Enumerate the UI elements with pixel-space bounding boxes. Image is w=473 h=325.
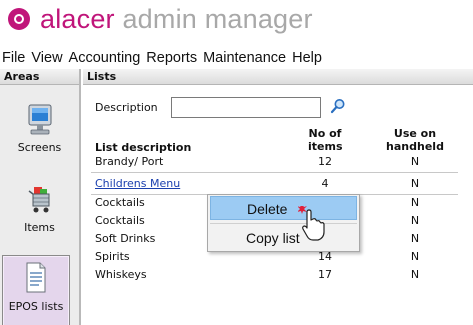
column-header-handheld-line2: handheld <box>386 140 444 153</box>
row-handheld: N <box>410 232 420 245</box>
row-item-count: 12 <box>318 155 332 168</box>
app-title: alacer admin manager <box>40 3 313 35</box>
description-label: Description <box>95 101 158 114</box>
row-description-link[interactable]: Childrens Menu <box>95 175 180 193</box>
row-divider <box>91 172 458 173</box>
area-items[interactable]: Items <box>0 179 79 253</box>
menu-reports[interactable]: Reports <box>143 48 200 69</box>
area-label-items: Items <box>24 221 55 234</box>
context-menu-divider <box>210 223 357 224</box>
row-handheld: N <box>410 155 420 168</box>
area-screens[interactable]: Screens <box>0 99 79 173</box>
menu-file[interactable]: File <box>0 48 28 69</box>
row-handheld: N <box>410 268 420 281</box>
context-menu-copy-list[interactable]: Copy list <box>210 226 357 250</box>
row-description: Whiskeys <box>95 268 147 281</box>
document-list-icon <box>26 262 46 293</box>
row-handheld: N <box>410 196 420 209</box>
alacer-logo-icon <box>8 8 30 30</box>
table-row-selected[interactable]: Childrens Menu 4 N <box>83 175 453 193</box>
table-row[interactable]: Brandy/ Port 12 N <box>83 153 453 171</box>
brand-name: alacer <box>40 4 115 34</box>
app-header: alacer admin manager <box>0 0 473 46</box>
area-label-screens: Screens <box>17 141 62 154</box>
row-handheld: N <box>410 177 420 190</box>
row-handheld: N <box>410 250 420 263</box>
column-header-count-line1: No of <box>308 127 342 140</box>
context-menu: Delete Copy list <box>207 194 360 252</box>
column-header-count-line2: items <box>308 140 343 153</box>
areas-title: Areas <box>0 69 79 85</box>
hand-pointer-cursor-icon <box>298 206 325 241</box>
row-item-count: 17 <box>318 268 332 281</box>
menu-help[interactable]: Help <box>289 48 325 69</box>
areas-panel: Areas Screens Items EPOS lists <box>0 69 81 325</box>
row-description: Cocktails <box>95 196 145 209</box>
row-item-count: 4 <box>321 177 329 190</box>
column-header-handheld-line1: Use on <box>393 127 437 140</box>
area-epos-lists[interactable]: EPOS lists <box>2 255 70 325</box>
row-description: Spirits <box>95 250 130 263</box>
search-icon[interactable] <box>330 98 346 114</box>
brand-product: admin manager <box>114 4 313 34</box>
monitor-icon <box>28 104 51 135</box>
row-description: Cocktails <box>95 214 145 227</box>
row-description: Brandy/ Port <box>95 155 164 168</box>
table-row[interactable]: Whiskeys 17 N <box>83 266 453 284</box>
shopping-cart-icon <box>28 187 49 213</box>
menu-bar: File View Accounting Reports Maintenance… <box>0 48 473 69</box>
menu-accounting[interactable]: Accounting <box>66 48 144 69</box>
lists-title: Lists <box>83 69 473 85</box>
row-description: Soft Drinks <box>95 232 156 245</box>
context-menu-delete[interactable]: Delete <box>210 196 357 220</box>
menu-view[interactable]: View <box>28 48 65 69</box>
area-label-epos-lists: EPOS lists <box>8 300 64 313</box>
menu-maintenance[interactable]: Maintenance <box>200 48 289 69</box>
description-search-input[interactable] <box>171 97 321 118</box>
row-handheld: N <box>410 214 420 227</box>
